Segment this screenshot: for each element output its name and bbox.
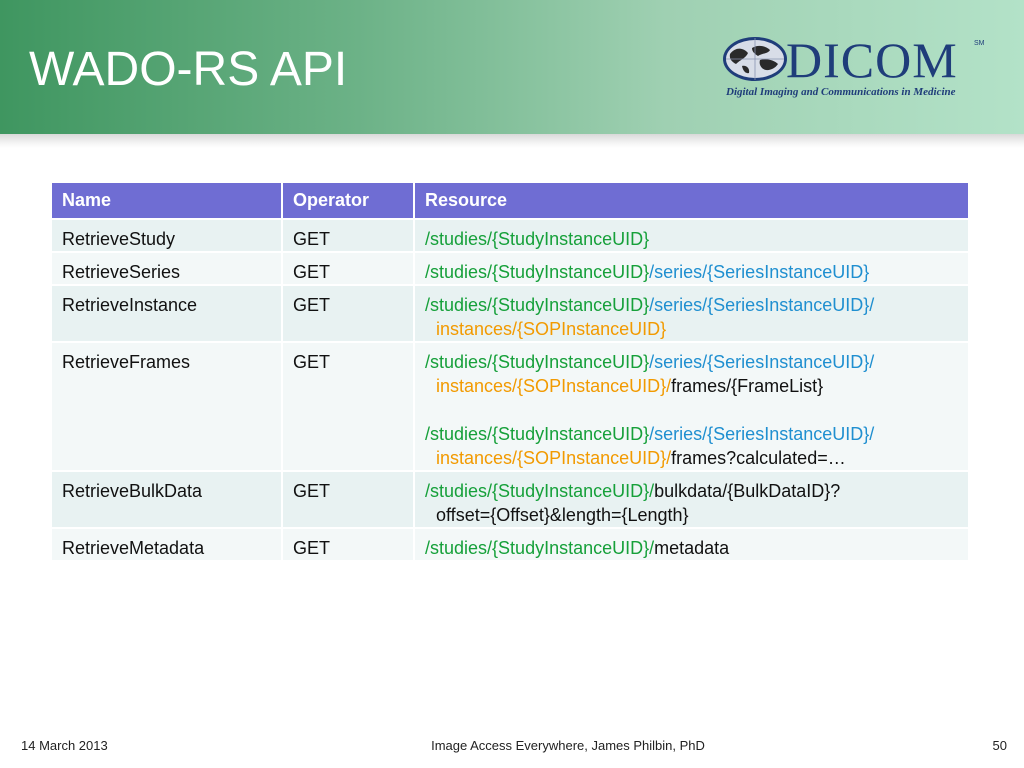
resource-segment: /studies/{StudyInstanceUID}	[425, 262, 650, 282]
resource-segment: /studies/{StudyInstanceUID}/	[425, 538, 655, 558]
resource-line: /studies/{StudyInstanceUID}/metadata	[425, 536, 958, 560]
table-row: RetrieveSeries GET/studies/{StudyInstance…	[52, 251, 968, 285]
globe-icon	[723, 37, 787, 81]
table-header-row: Name Operator Resource	[52, 183, 968, 219]
resource-line: /studies/{StudyInstanceUID}	[425, 227, 958, 251]
resource-segment: /series/{SeriesInstanceUID}	[649, 262, 870, 282]
page-number: 50	[992, 738, 1007, 753]
resource-segment: frames?calculated=…	[671, 448, 846, 468]
resource-line: instances/{SOPInstanceUID}	[425, 317, 958, 341]
resource-segment: frames/{FrameList}	[671, 376, 824, 396]
table-row: RetrieveMetadata GET/studies/{StudyInstan…	[52, 527, 968, 560]
resource-segment: /studies/{StudyInstanceUID}	[425, 229, 650, 249]
cell-operator: GET	[282, 284, 415, 342]
cell-resource: /studies/{StudyInstanceUID}	[414, 218, 968, 252]
cell-name: RetrieveStudy	[52, 218, 283, 252]
resource-segment: metadata	[654, 538, 730, 558]
dicom-wordmark: DICOM	[786, 32, 958, 88]
cell-resource: /studies/{StudyInstanceUID}/series/{Seri…	[414, 284, 968, 342]
resource-line: /studies/{StudyInstanceUID}/series/{Seri…	[425, 350, 958, 374]
resource-segment: /series/{SeriesInstanceUID}/	[649, 352, 875, 372]
cell-name: RetrieveFrames	[52, 341, 283, 471]
footer-presenter: Image Access Everywhere, James Philbin, …	[431, 738, 705, 753]
cell-resource: /studies/{StudyInstanceUID}/bulkdata/{Bu…	[414, 470, 968, 528]
resource-segment: /series/{SeriesInstanceUID}/	[649, 295, 875, 315]
cell-operator: GET	[282, 251, 415, 285]
resource-segment: bulkdata/{BulkDataID}?	[654, 481, 841, 501]
column-header-operator: Operator	[282, 183, 415, 219]
resource-line: offset={Offset}&length={Length}	[425, 503, 958, 527]
cell-operator: GET	[282, 527, 415, 560]
cell-resource: /studies/{StudyInstanceUID}/series/{Seri…	[414, 251, 968, 285]
cell-resource: /studies/{StudyInstanceUID}/series/{Seri…	[414, 341, 968, 471]
slide-title: WADO-RS API	[29, 43, 348, 96]
cell-operator: GET	[282, 470, 415, 528]
resource-line: /studies/{StudyInstanceUID}/bulkdata/{Bu…	[425, 479, 958, 503]
dicom-tagline: Digital Imaging and Communications in Me…	[726, 86, 956, 98]
resource-segment: /studies/{StudyInstanceUID}/	[425, 481, 655, 501]
title-bar-shadow	[0, 134, 1024, 148]
resource-segment: instances/{SOPInstanceUID}/	[436, 376, 672, 396]
resource-segment: /studies/{StudyInstanceUID}	[425, 295, 650, 315]
table-row: RetrieveInstance GET/studies/{StudyInstan…	[52, 284, 968, 342]
resource-line: /studies/{StudyInstanceUID}/series/{Seri…	[425, 293, 958, 317]
resource-line: /studies/{StudyInstanceUID}/series/{Seri…	[425, 422, 958, 446]
resource-segment: offset={Offset}&length={Length}	[436, 505, 689, 525]
resource-segment: instances/{SOPInstanceUID}/	[436, 448, 672, 468]
wado-rs-api-table: Name Operator Resource RetrieveStudy GET /…	[52, 183, 968, 560]
column-header-resource: Resource	[414, 183, 968, 219]
dicom-logo: DICOM SM Digital Imaging and Communicati…	[722, 30, 992, 110]
cell-name: RetrieveBulkData	[52, 470, 283, 528]
resource-segment: /studies/{StudyInstanceUID}	[425, 352, 650, 372]
cell-name: RetrieveSeries	[52, 251, 283, 285]
cell-operator: GET	[282, 341, 415, 471]
cell-name: RetrieveInstance	[52, 284, 283, 342]
resource-segment: /studies/{StudyInstanceUID}	[425, 424, 650, 444]
resource-segment: /series/{SeriesInstanceUID}/	[649, 424, 875, 444]
resource-line-gap	[425, 398, 958, 422]
table-row: RetrieveBulkData GET/studies/{StudyInstan…	[52, 470, 968, 528]
resource-segment: instances/{SOPInstanceUID}	[436, 319, 667, 339]
service-mark: SM	[974, 40, 985, 47]
column-header-name: Name	[52, 183, 283, 219]
resource-line: instances/{SOPInstanceUID}/frames?calcul…	[425, 446, 958, 470]
resource-line: instances/{SOPInstanceUID}/frames/{Frame…	[425, 374, 958, 398]
table-row: RetrieveFrames GET/studies/{StudyInstance…	[52, 341, 968, 471]
table-row: RetrieveStudy GET/studies/{StudyInstanceU…	[52, 218, 968, 252]
cell-operator: GET	[282, 218, 415, 252]
table-body: RetrieveStudy GET/studies/{StudyInstanceU…	[52, 218, 968, 560]
cell-name: RetrieveMetadata	[52, 527, 283, 560]
cell-resource: /studies/{StudyInstanceUID}/metadata	[414, 527, 968, 560]
resource-line: /studies/{StudyInstanceUID}/series/{Seri…	[425, 260, 958, 284]
